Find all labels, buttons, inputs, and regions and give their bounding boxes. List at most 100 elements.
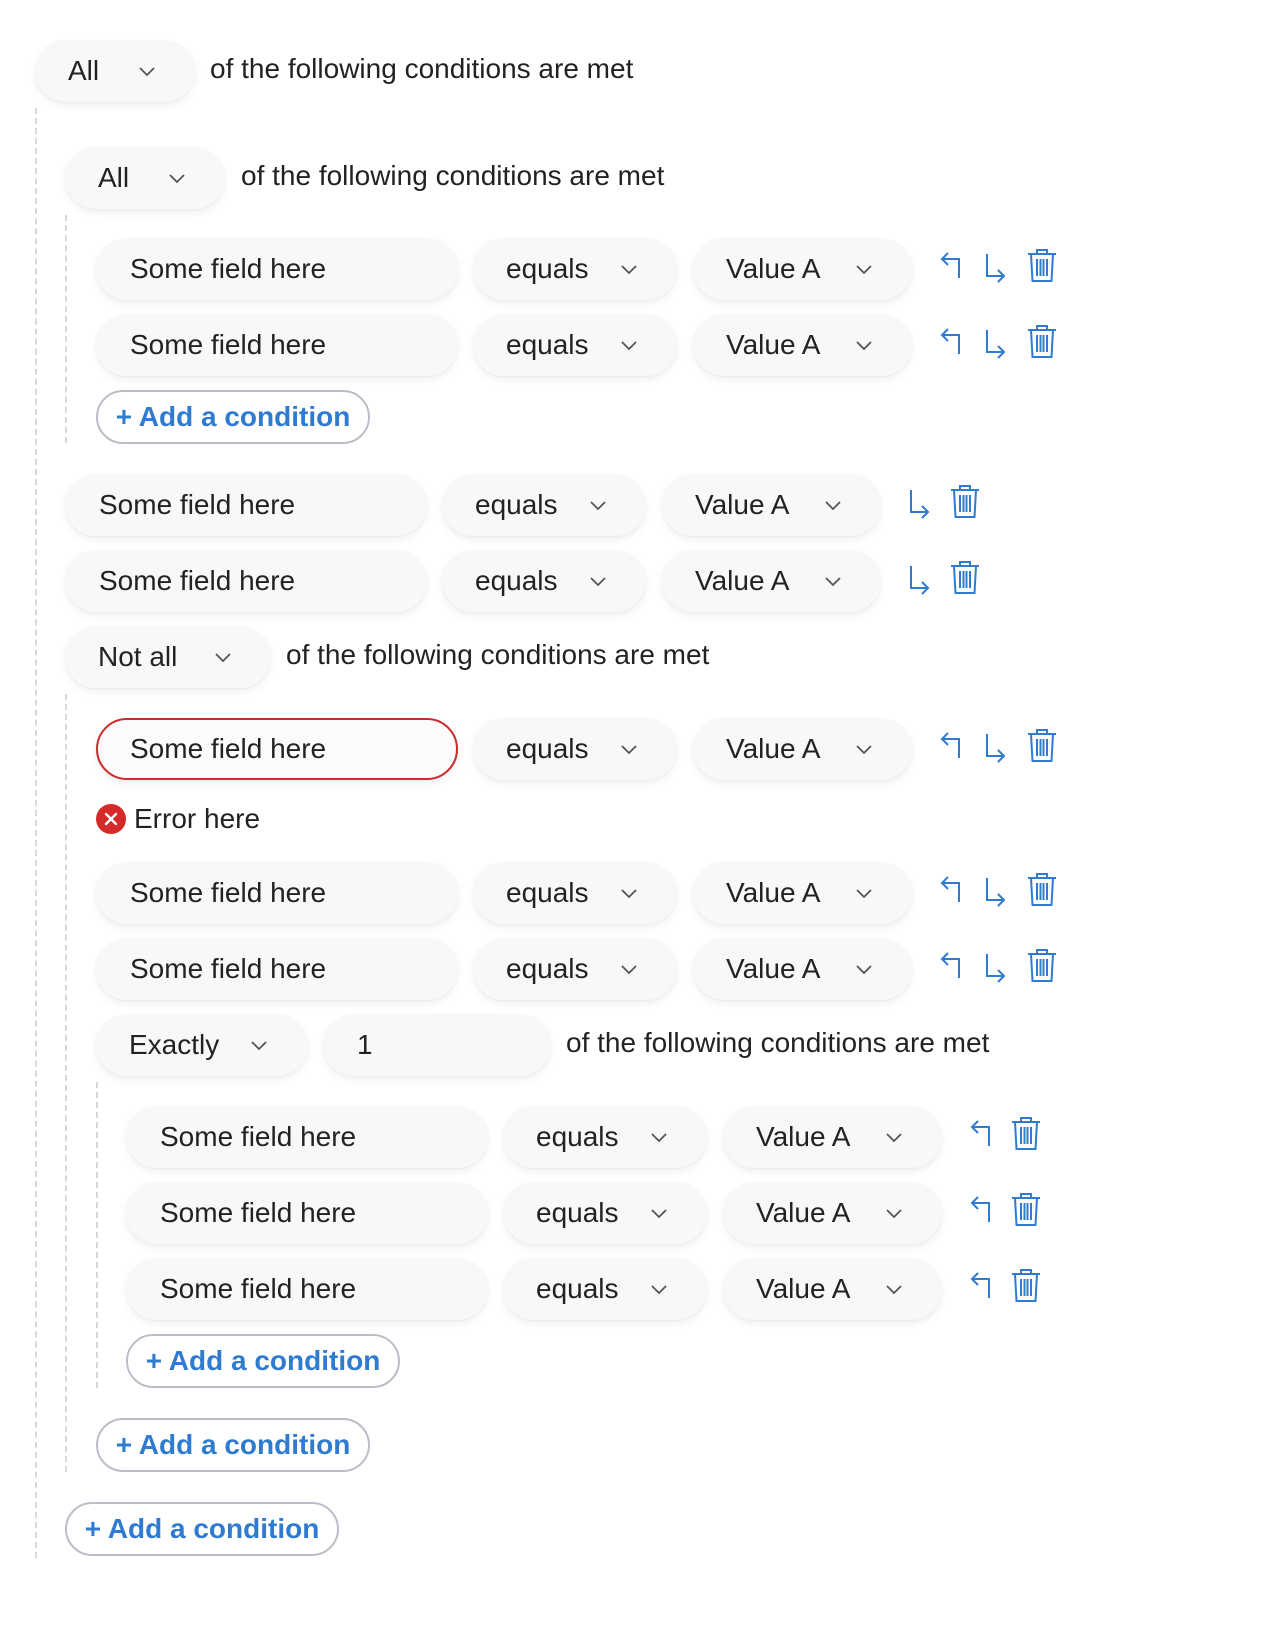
field-input[interactable]: Some field here xyxy=(126,1182,488,1244)
group1-guide xyxy=(65,215,67,443)
arrow-down-right-icon[interactable] xyxy=(902,560,936,600)
operator-label: equals xyxy=(475,565,558,596)
field-value: Some field here xyxy=(130,733,327,764)
chevron-down-icon xyxy=(856,341,872,351)
trash-icon[interactable] xyxy=(948,482,982,522)
field-input-error[interactable]: Some field here xyxy=(96,718,458,780)
field-input[interactable]: Some field here xyxy=(96,314,458,376)
value-label: Value A xyxy=(726,253,821,284)
arrow-up-left-icon[interactable] xyxy=(934,248,968,288)
error-x-icon xyxy=(96,804,126,834)
field-value: Some field here xyxy=(130,877,327,908)
arrow-down-right-icon[interactable] xyxy=(902,484,936,524)
arrow-down-right-icon[interactable] xyxy=(978,248,1012,288)
chevron-down-icon xyxy=(139,67,155,77)
root-group-guide xyxy=(35,108,37,1558)
operator-select[interactable]: equals xyxy=(473,314,677,376)
root-quantifier-select[interactable]: All xyxy=(35,40,195,102)
operator-select[interactable]: equals xyxy=(503,1258,707,1320)
group3-quantifier-select[interactable]: Exactly xyxy=(96,1014,308,1076)
trash-icon[interactable] xyxy=(1025,246,1059,286)
arrow-up-left-icon[interactable] xyxy=(934,728,968,768)
chevron-down-icon xyxy=(856,745,872,755)
operator-label: equals xyxy=(536,1197,619,1228)
chevron-down-icon xyxy=(856,965,872,975)
chevron-down-icon xyxy=(621,889,637,899)
trash-icon[interactable] xyxy=(1025,726,1059,766)
trash-icon[interactable] xyxy=(1025,870,1059,910)
chevron-down-icon xyxy=(621,341,637,351)
operator-select[interactable]: equals xyxy=(442,474,646,536)
group3-condition-text: of the following conditions are met xyxy=(566,1027,990,1058)
operator-label: equals xyxy=(506,329,589,360)
operator-select[interactable]: equals xyxy=(503,1106,707,1168)
value-select[interactable]: Value A xyxy=(693,938,912,1000)
trash-icon[interactable] xyxy=(1009,1266,1043,1306)
value-select[interactable]: Value A xyxy=(693,314,912,376)
field-value: Some field here xyxy=(99,565,296,596)
operator-label: equals xyxy=(506,253,589,284)
chevron-down-icon xyxy=(856,265,872,275)
value-select[interactable]: Value A xyxy=(662,474,881,536)
add-condition-button[interactable]: + Add a condition xyxy=(96,1418,370,1472)
operator-select[interactable]: equals xyxy=(473,238,677,300)
arrow-up-left-icon[interactable] xyxy=(934,872,968,912)
chevron-down-icon xyxy=(651,1209,667,1219)
trash-icon[interactable] xyxy=(1025,322,1059,362)
field-input[interactable]: Some field here xyxy=(126,1258,488,1320)
field-value: Some field here xyxy=(160,1121,357,1152)
field-value: Some field here xyxy=(160,1197,357,1228)
field-input[interactable]: Some field here xyxy=(65,550,427,612)
trash-icon[interactable] xyxy=(1025,946,1059,986)
operator-select[interactable]: equals xyxy=(473,862,677,924)
value-label: Value A xyxy=(695,565,790,596)
arrow-up-left-icon[interactable] xyxy=(964,1116,998,1156)
arrow-up-left-icon[interactable] xyxy=(964,1268,998,1308)
operator-label: equals xyxy=(506,877,589,908)
value-label: Value A xyxy=(756,1121,851,1152)
operator-select[interactable]: equals xyxy=(442,550,646,612)
add-condition-button[interactable]: + Add a condition xyxy=(96,390,370,444)
field-input[interactable]: Some field here xyxy=(65,474,427,536)
error-text: Error here xyxy=(134,803,261,834)
chevron-down-icon xyxy=(169,174,185,184)
value-select[interactable]: Value A xyxy=(662,550,881,612)
arrow-down-right-icon[interactable] xyxy=(978,948,1012,988)
root-quantifier-label: All xyxy=(68,55,100,86)
arrow-up-left-icon[interactable] xyxy=(934,324,968,364)
group1-quantifier-select[interactable]: All xyxy=(65,147,225,209)
field-value: Some field here xyxy=(130,953,327,984)
value-select[interactable]: Value A xyxy=(723,1182,942,1244)
trash-icon[interactable] xyxy=(1009,1114,1043,1154)
value-select[interactable]: Value A xyxy=(723,1106,942,1168)
chevron-down-icon xyxy=(621,265,637,275)
arrow-up-left-icon[interactable] xyxy=(964,1192,998,1232)
field-input[interactable]: Some field here xyxy=(96,862,458,924)
trash-icon[interactable] xyxy=(1009,1190,1043,1230)
add-condition-button[interactable]: + Add a condition xyxy=(65,1502,339,1556)
chevron-down-icon xyxy=(621,745,637,755)
group2-guide xyxy=(65,694,67,1472)
group2-quantifier-select[interactable]: Not all xyxy=(65,626,271,688)
field-input[interactable]: Some field here xyxy=(96,238,458,300)
field-input[interactable]: Some field here xyxy=(126,1106,488,1168)
trash-icon[interactable] xyxy=(948,558,982,598)
value-label: Value A xyxy=(695,489,790,520)
root-condition-text: of the following conditions are met xyxy=(210,53,634,84)
operator-select[interactable]: equals xyxy=(473,718,677,780)
value-select[interactable]: Value A xyxy=(693,718,912,780)
arrow-down-right-icon[interactable] xyxy=(978,872,1012,912)
arrow-down-right-icon[interactable] xyxy=(978,324,1012,364)
operator-label: equals xyxy=(506,733,589,764)
operator-select[interactable]: equals xyxy=(503,1182,707,1244)
operator-select[interactable]: equals xyxy=(473,938,677,1000)
value-select[interactable]: Value A xyxy=(723,1258,942,1320)
value-select[interactable]: Value A xyxy=(693,238,912,300)
count-input[interactable]: 1 xyxy=(323,1014,551,1076)
add-condition-button[interactable]: + Add a condition xyxy=(126,1334,400,1388)
arrow-up-left-icon[interactable] xyxy=(934,948,968,988)
value-select[interactable]: Value A xyxy=(693,862,912,924)
arrow-down-right-icon[interactable] xyxy=(978,728,1012,768)
field-input[interactable]: Some field here xyxy=(96,938,458,1000)
error-message: Error here xyxy=(96,801,260,837)
